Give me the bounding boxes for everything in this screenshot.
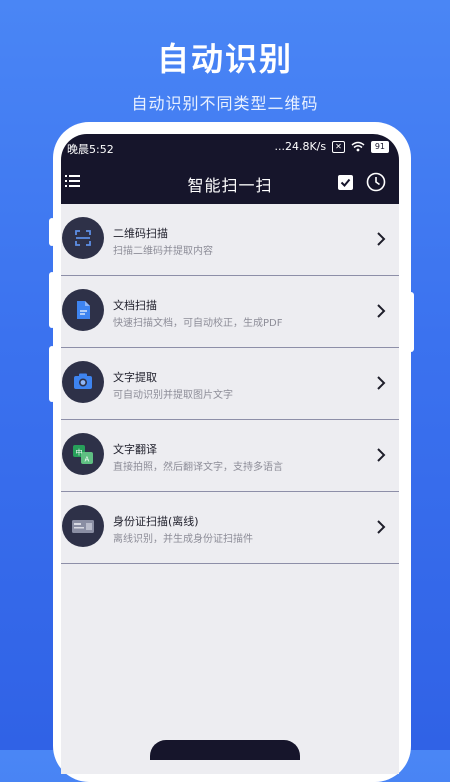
item-title: 文字翻译 bbox=[113, 443, 157, 456]
clock-icon[interactable] bbox=[366, 172, 386, 192]
item-title: 文档扫描 bbox=[113, 299, 157, 312]
id-card-icon bbox=[62, 505, 104, 547]
item-description: 扫描二维码并提取内容 bbox=[113, 246, 213, 257]
status-bar: 晚晨5:52 ...24.8K/s ✕ 91 bbox=[61, 134, 399, 160]
app-bar: 智能扫一扫 bbox=[61, 160, 399, 204]
phone-screen: 晚晨5:52 ...24.8K/s ✕ 91 智能扫一扫 二维码扫描 扫描二维码… bbox=[61, 134, 399, 774]
list-item-text-extract[interactable]: 文字提取 可自动识别并提取图片文字 bbox=[61, 348, 399, 420]
promo-title: 自动识别 bbox=[156, 40, 293, 78]
item-title: 身份证扫描(离线) bbox=[113, 515, 199, 528]
chevron-right-icon bbox=[377, 232, 386, 246]
list-item-id-card[interactable]: 身份证扫描(离线) 离线识别，并生成身份证扫描件 bbox=[61, 492, 399, 564]
chevron-right-icon bbox=[377, 448, 386, 462]
item-title: 二维码扫描 bbox=[113, 227, 168, 240]
battery-icon: 91 bbox=[370, 140, 389, 153]
chevron-right-icon bbox=[377, 520, 386, 534]
translate-icon: 中 A bbox=[62, 433, 104, 475]
checkbox-icon[interactable] bbox=[338, 175, 353, 190]
item-description: 快速扫描文档，可自动校正，生成PDF bbox=[113, 318, 283, 329]
wifi-icon bbox=[351, 141, 365, 152]
feature-list: 二维码扫描 扫描二维码并提取内容 文档扫描 快速扫描文档，可自动校正，生成PDF bbox=[61, 204, 399, 564]
bottom-nav-bar bbox=[150, 740, 300, 760]
document-icon bbox=[62, 289, 104, 331]
svg-text:A: A bbox=[85, 456, 90, 464]
qr-scan-icon bbox=[62, 217, 104, 259]
network-speed: ...24.8K/s bbox=[274, 140, 327, 153]
list-item-translate[interactable]: 中 A 文字翻译 直接拍照，然后翻译文字，支持多语言 bbox=[61, 420, 399, 492]
chevron-right-icon bbox=[377, 376, 386, 390]
chevron-right-icon bbox=[377, 304, 386, 318]
list-item-document-scan[interactable]: 文档扫描 快速扫描文档，可自动校正，生成PDF bbox=[61, 276, 399, 348]
svg-text:中: 中 bbox=[76, 448, 83, 457]
camera-icon bbox=[62, 361, 104, 403]
status-time: 晚晨5:52 bbox=[67, 143, 114, 156]
status-indicators: ...24.8K/s ✕ 91 bbox=[274, 140, 389, 153]
item-title: 文字提取 bbox=[113, 371, 157, 384]
sim-icon: ✕ bbox=[332, 140, 345, 153]
item-description: 可自动识别并提取图片文字 bbox=[113, 390, 233, 401]
item-description: 直接拍照，然后翻译文字，支持多语言 bbox=[113, 462, 283, 473]
list-item-qr-scan[interactable]: 二维码扫描 扫描二维码并提取内容 bbox=[61, 204, 399, 276]
promo-subtitle: 自动识别不同类型二维码 bbox=[131, 94, 319, 113]
item-description: 离线识别，并生成身份证扫描件 bbox=[113, 534, 253, 545]
